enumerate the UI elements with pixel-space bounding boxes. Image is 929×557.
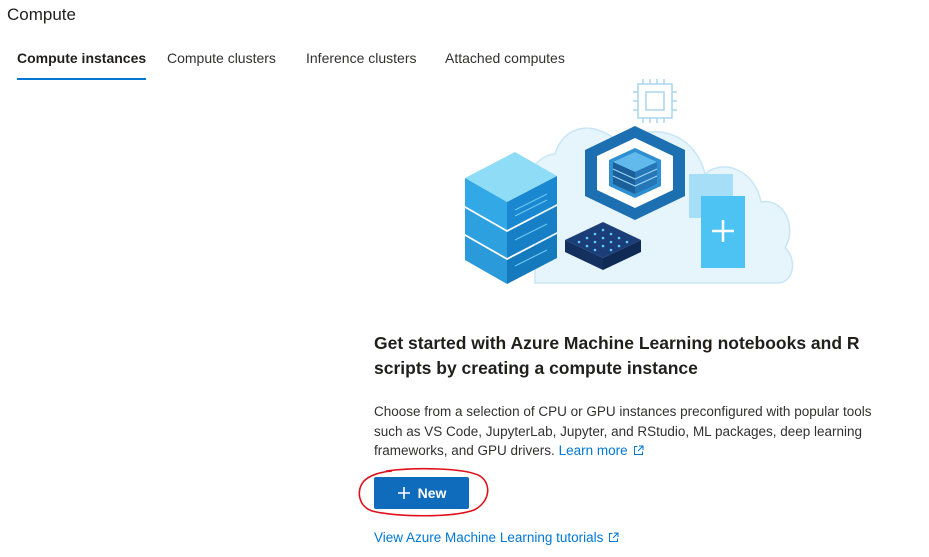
chip-icon <box>633 79 677 123</box>
new-button-label: New <box>417 485 447 501</box>
external-link-icon <box>609 532 619 542</box>
tab-compute-instances[interactable]: Compute instances <box>17 48 147 80</box>
empty-state-headline: Get started with Azure Machine Learning … <box>374 333 860 378</box>
learn-more-label: Learn more <box>558 443 628 458</box>
plus-icon <box>397 487 410 499</box>
server-stack-icon <box>465 152 557 284</box>
learn-more-link[interactable]: Learn more <box>559 443 644 458</box>
new-compute-button[interactable]: New <box>374 477 469 509</box>
tab-inference-clusters[interactable]: Inference clusters <box>306 48 417 78</box>
tab-attached-computes[interactable]: Attached computes <box>445 48 565 78</box>
tutorials-link-label: View Azure Machine Learning tutorials <box>374 530 604 545</box>
tab-compute-clusters[interactable]: Compute clusters <box>167 48 276 78</box>
page-title: Compute <box>7 5 76 24</box>
compute-illustration <box>465 79 794 284</box>
external-link-icon <box>633 445 644 455</box>
tutorials-link[interactable]: View Azure Machine Learning tutorials <box>374 529 619 547</box>
empty-state-description: Choose from a selection of CPU or GPU in… <box>374 402 874 461</box>
